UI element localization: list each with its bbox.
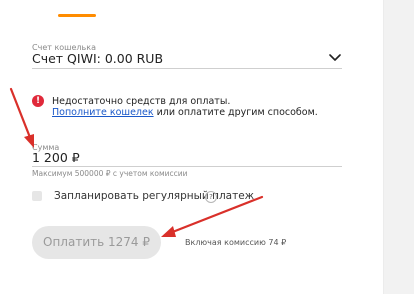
commission-text: Включая комиссию 74 ₽ — [185, 238, 287, 247]
wallet-select[interactable]: Счет QIWI: 0.00 RUB — [32, 50, 342, 69]
help-icon[interactable]: ? — [205, 191, 217, 203]
schedule-label[interactable]: Запланировать регулярный платеж — [54, 190, 254, 202]
schedule-checkbox[interactable] — [32, 191, 42, 201]
sum-input[interactable]: 1 200 ₽ — [32, 150, 342, 167]
sum-value: 1 200 ₽ — [32, 150, 80, 165]
active-tab-indicator — [58, 14, 96, 17]
arrow-to-pay-button-icon — [161, 195, 264, 237]
right-panel — [383, 0, 414, 294]
alert-line2-rest: или оплатите другим способом. — [153, 107, 318, 118]
chevron-down-icon[interactable] — [329, 51, 341, 63]
arrow-to-sum-icon — [9, 87, 34, 148]
sum-hint: Максимум 500000 ₽ с учетом комиссии — [32, 169, 188, 178]
alert-icon: ! — [32, 95, 44, 107]
alert-message: Недостаточно средств для оплаты. — [52, 96, 231, 107]
alert-line2: Пополните кошелек или оплатите другим сп… — [52, 107, 318, 118]
wallet-value: Счет QIWI: 0.00 RUB — [32, 51, 164, 66]
pay-button[interactable]: Оплатить 1274 ₽ — [32, 226, 161, 259]
top-up-wallet-link[interactable]: Пополните кошелек — [52, 107, 154, 118]
